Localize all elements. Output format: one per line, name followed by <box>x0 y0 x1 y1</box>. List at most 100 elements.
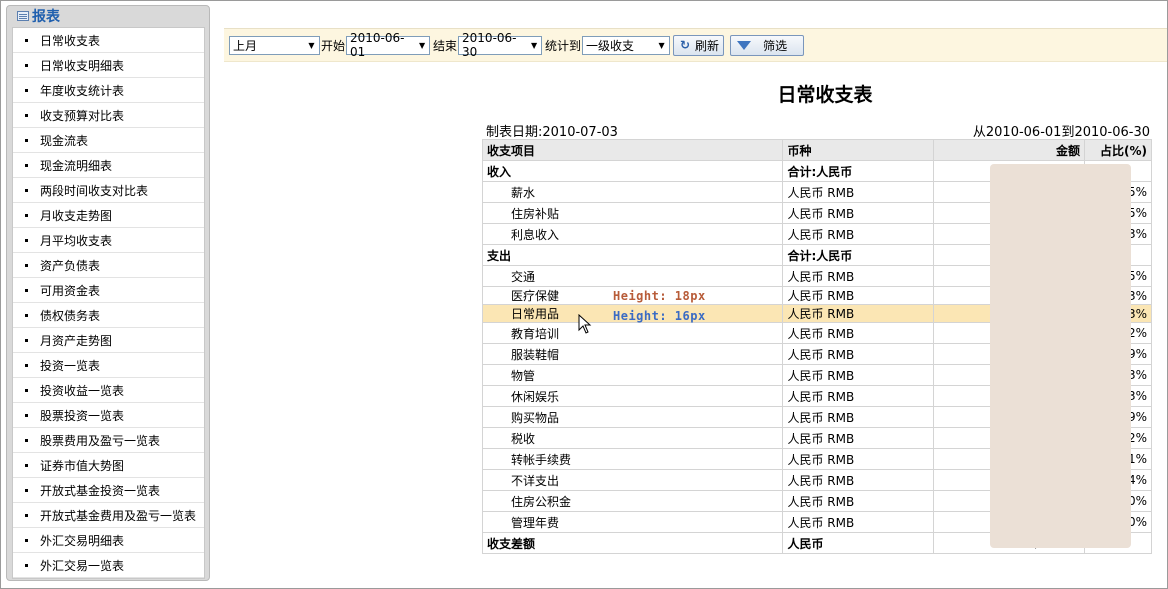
report-sidebar: 报表 日常收支表日常收支明细表 年度收支统计表收支预算对比表 现金流表 现金流明细表两… <box>6 5 210 581</box>
sidebar-item[interactable]: 月资产走势图 <box>13 328 204 353</box>
start-date-value: 2010-06-01 <box>350 31 405 59</box>
sidebar-item-label: 日常收支明细表 <box>40 58 125 73</box>
chevron-down-icon: ▼ <box>530 40 538 50</box>
sidebar-item[interactable]: 现金流明细表 <box>13 153 204 178</box>
balance-currency: 人民币 <box>782 532 935 554</box>
report-list-icon <box>17 11 29 21</box>
sidebar-item[interactable]: 股票费用及盈亏一览表 <box>13 428 204 453</box>
chevron-down-icon: ▼ <box>418 40 426 50</box>
bullet-icon <box>25 363 28 367</box>
row-item-name: 交通 <box>481 265 784 287</box>
sidebar-item-label: 外汇交易一览表 <box>40 558 125 573</box>
sidebar-item-label: 开放式基金费用及盈亏一览表 <box>40 508 197 523</box>
sidebar-item-label: 月收支走势图 <box>40 208 113 223</box>
header-amount: 金额 <box>933 139 1086 161</box>
refresh-label: 刷新 <box>695 38 720 53</box>
report-date: 制表日期:2010-07-03 <box>486 125 618 140</box>
sidebar-item[interactable]: 债权债务表 <box>13 303 204 328</box>
sidebar-item-label: 投资收益一览表 <box>40 383 125 398</box>
row-currency: 人民币 RMB <box>782 511 935 533</box>
row-item-name: 住房补贴 <box>481 202 784 224</box>
bullet-icon <box>25 63 28 67</box>
row-item-name: 购买物品 <box>481 406 784 428</box>
bullet-icon <box>25 438 28 442</box>
row-item-name: 住房公积金 <box>481 490 784 512</box>
bullet-icon <box>25 88 28 92</box>
sidebar-item[interactable]: 证券市值大势图 <box>13 453 204 478</box>
bullet-icon <box>25 163 28 167</box>
bullet-icon <box>25 238 28 242</box>
sidebar-item-label: 月资产走势图 <box>40 333 113 348</box>
category-total: 合计:人民币 <box>782 244 935 266</box>
sidebar-item-label: 债权债务表 <box>40 308 101 323</box>
sidebar-item-label: 股票投资一览表 <box>40 408 125 423</box>
sidebar-item[interactable]: 日常收支明细表 <box>13 53 204 78</box>
period-select[interactable]: 上月 ▼ <box>229 35 320 55</box>
row-currency: 人民币 RMB <box>782 406 935 428</box>
chevron-down-icon: ▼ <box>308 40 315 50</box>
end-label: 结束 <box>433 38 458 53</box>
sidebar-item[interactable]: 收支预算对比表 <box>13 103 204 128</box>
category-total: 合计:人民币 <box>782 160 935 182</box>
header-currency: 币种 <box>782 139 935 161</box>
bullet-icon <box>25 313 28 317</box>
sidebar-item-label: 股票费用及盈亏一览表 <box>40 433 161 448</box>
filter-button[interactable]: 筛选 <box>730 34 805 56</box>
bullet-icon <box>25 413 28 417</box>
table-header-row: 收支项目 币种 金额 占比(%) <box>481 139 1152 161</box>
sidebar-item[interactable]: 外汇交易明细表 <box>13 528 204 553</box>
bullet-icon <box>25 288 28 292</box>
sidebar-item[interactable]: 两段时间收支对比表 <box>13 178 204 203</box>
bullet-icon <box>25 138 28 142</box>
bullet-icon <box>25 113 28 117</box>
row-item-name: 转帐手续费 <box>481 448 784 470</box>
header-ratio: 占比(%) <box>1084 139 1152 161</box>
sidebar-item[interactable]: 现金流表 <box>13 128 204 153</box>
refresh-button[interactable]: ↻ 刷新 <box>673 34 725 56</box>
row-currency: 人民币 RMB <box>782 202 935 224</box>
row-currency: 人民币 RMB <box>782 469 935 491</box>
stat-level-select[interactable]: 一级收支 ▼ <box>582 35 671 55</box>
bullet-icon <box>25 563 28 567</box>
row-item-name: 管理年费 <box>481 511 784 533</box>
row-item-name: 利息收入 <box>481 223 784 245</box>
sidebar-header: 报表 <box>7 6 209 26</box>
sidebar-item-label: 两段时间收支对比表 <box>40 183 149 198</box>
balance-label: 收支差额 <box>481 532 784 554</box>
sidebar-item-label: 年度收支统计表 <box>40 83 125 98</box>
row-item-name: 薪水 <box>481 181 784 203</box>
sidebar-item[interactable]: 月收支走势图 <box>13 203 204 228</box>
bullet-icon <box>25 463 28 467</box>
row-height-annotation: Height: 16px <box>613 309 706 323</box>
bullet-icon <box>25 388 28 392</box>
sidebar-item[interactable]: 开放式基金费用及盈亏一览表 <box>13 503 204 528</box>
sidebar-item-label: 资产负债表 <box>40 258 101 273</box>
bullet-icon <box>25 513 28 517</box>
sidebar-title: 报表 <box>32 9 60 25</box>
bullet-icon <box>25 213 28 217</box>
filter-label: 筛选 <box>763 38 788 53</box>
sidebar-item-label: 投资一览表 <box>40 358 101 373</box>
sidebar-item[interactable]: 外汇交易一览表 <box>13 553 204 578</box>
start-label: 开始 <box>321 38 346 53</box>
sidebar-item[interactable]: 年度收支统计表 <box>13 78 204 103</box>
stat-level-value: 一级收支 <box>586 38 635 53</box>
end-date-select[interactable]: 2010-06-30 ▼ <box>458 31 543 59</box>
sidebar-item[interactable]: 资产负债表 <box>13 253 204 278</box>
start-date-select[interactable]: 2010-06-01 ▼ <box>346 31 431 59</box>
row-item-name: 服装鞋帽 <box>481 343 784 365</box>
sidebar-item[interactable]: 股票投资一览表 <box>13 403 204 428</box>
sidebar-item[interactable]: 投资收益一览表 <box>13 378 204 403</box>
filter-toolbar: 上月 ▼ 开始 2010-06-01 ▼ 结束 2010-06-30 ▼ 统计到… <box>224 28 1167 62</box>
sidebar-item[interactable]: 可用资金表 <box>13 278 204 303</box>
sidebar-item[interactable]: 投资一览表 <box>13 353 204 378</box>
report-title: 日常收支表 <box>777 84 873 106</box>
bullet-icon <box>25 263 28 267</box>
sidebar-item[interactable]: 开放式基金投资一览表 <box>13 478 204 503</box>
sidebar-item[interactable]: 月平均收支表 <box>13 228 204 253</box>
header-item: 收支项目 <box>481 139 784 161</box>
row-currency: 人民币 RMB <box>782 181 935 203</box>
row-currency: 人民币 RMB <box>782 385 935 407</box>
row-currency: 人民币 RMB <box>782 322 935 344</box>
sidebar-item[interactable]: 日常收支表 <box>13 28 204 53</box>
